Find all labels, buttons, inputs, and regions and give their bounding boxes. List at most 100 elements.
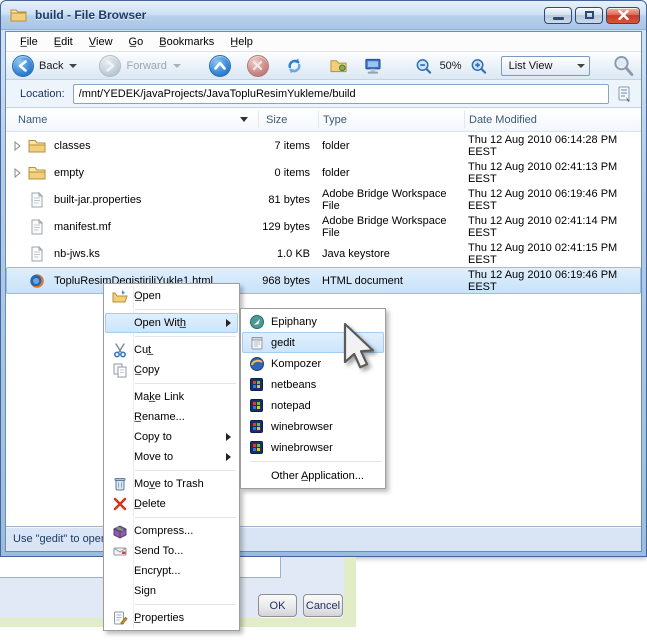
menu-item-make-link[interactable]: Mak̲e Link [105,387,238,407]
file-size: 0 items [274,166,310,179]
menu-item-compress[interactable]: Compress... [105,521,238,541]
file-row-empty[interactable]: empty 0 items folder Thu 12 Aug 2010 02:… [6,159,641,186]
menu-item-open[interactable]: O̲pen [105,286,238,306]
menu-item-copy-to[interactable]: Copy to [105,427,238,447]
submenu-item-notepad[interactable]: notepad [242,395,384,416]
file-row-selected-html[interactable]: TopluResimDegistiriliYukle1.html 968 byt… [6,267,641,294]
minimize-button[interactable] [544,6,572,24]
menu-file[interactable]: F̲ile [12,33,46,51]
menu-item-cut[interactable]: Cut̲ [105,340,238,360]
file-date: Thu 12 Aug 2010 02:41:14 PM EEST [468,214,618,239]
menu-item-copy[interactable]: C̲opy [105,360,238,380]
file-type: Adobe Bridge Workspace File [322,214,447,239]
submenu-item-winebrowser-1[interactable]: winebrowser [242,416,384,437]
expander-icon[interactable] [6,140,28,151]
menu-separator [135,309,236,310]
search-icon[interactable] [612,54,635,78]
view-mode-value: List View [508,59,553,72]
menu-separator [135,470,236,471]
file-date: Thu 12 Aug 2010 06:19:46 PM EEST [468,187,618,212]
location-input[interactable] [72,83,609,104]
menu-item-properties[interactable]: P̲roperties [105,608,238,628]
menu-separator [135,604,236,605]
file-size: 1.0 KB [276,247,310,260]
menu-item-encrypt[interactable]: Encrypt... [105,561,238,581]
forward-label: Forward [126,59,167,72]
windows-app-icon [242,378,271,391]
submenu-item-winebrowser-2[interactable]: winebrowser [242,437,384,458]
folder-icon [28,166,46,179]
cancel-button[interactable]: Cancel [303,594,343,617]
column-header-size[interactable]: Size [258,111,318,128]
menu-edit[interactable]: E̲dit [46,33,81,51]
reload-icon[interactable] [285,56,304,76]
expander-icon[interactable] [6,167,28,178]
close-icon [617,10,629,20]
file-row-classes[interactable]: classes 7 items folder Thu 12 Aug 2010 0… [6,132,641,159]
delete-x-icon [105,496,134,512]
menu-item-sign[interactable]: Sign [105,581,238,601]
submenu-arrow-icon [226,319,231,327]
location-notes-icon[interactable] [615,85,633,103]
toolbar: Back Forward 50% List View [6,52,641,80]
menu-view[interactable]: V̲iew [81,33,121,51]
maximize-button[interactable] [575,6,603,24]
file-row-manifest[interactable]: manifest.mf 129 bytes Adobe Bridge Works… [6,213,641,240]
list-header: Name Size Type Date Modified [6,108,641,132]
menu-bookmarks[interactable]: B̲ookmarks [151,33,222,51]
file-date: Thu 12 Aug 2010 06:14:28 PM EEST [468,133,618,158]
status-text: Use "gedit" to open [13,533,108,545]
file-name: empty [54,166,84,179]
computer-icon[interactable] [363,57,383,75]
zoom-in-icon[interactable] [470,57,487,75]
file-size: 968 bytes [262,274,310,287]
file-name: built-jar.properties [54,193,142,206]
menu-separator [135,336,236,337]
properties-icon [105,610,134,626]
home-folder-icon[interactable] [330,57,349,74]
menu-help[interactable]: H̲elp [222,33,261,51]
close-button[interactable] [606,6,640,24]
location-label: Location: [20,87,65,100]
menu-item-rename[interactable]: R̲ename... [105,407,238,427]
menu-item-move-to-trash[interactable]: Mov̲e to Trash [105,474,238,494]
maximize-icon [584,11,594,19]
epiphany-globe-icon [242,314,271,330]
menu-item-delete[interactable]: D̲elete [105,494,238,514]
submenu-item-other-application[interactable]: Other A̲pplication... [242,465,384,486]
chevron-down-icon [577,63,586,68]
up-button[interactable] [208,54,231,77]
titlebar[interactable]: build - File Browser [1,1,646,30]
menu-go[interactable]: G̲o [121,33,152,51]
view-mode-select[interactable]: List View [500,55,591,76]
file-row-built-jar[interactable]: built-jar.properties 81 bytes Adobe Brid… [6,186,641,213]
file-date: Thu 12 Aug 2010 02:41:15 PM EEST [468,241,618,266]
mouse-cursor-icon [343,322,375,369]
back-dropdown-icon[interactable] [69,63,78,68]
column-header-type[interactable]: Type [318,111,464,128]
forward-dropdown-icon [172,63,181,68]
file-type: Java keystore [322,247,390,260]
submenu-item-netbeans[interactable]: netbeans [242,374,384,395]
stop-button [246,54,269,77]
window-title: build - File Browser [35,8,147,22]
back-label: Back [39,59,64,72]
column-header-name[interactable]: Name [6,108,258,131]
menu-item-move-to[interactable]: Move to [105,447,238,467]
zoom-level: 50% [439,59,462,72]
column-header-date[interactable]: Date Modified [464,111,641,128]
menu-item-send-to[interactable]: Send To... [105,541,238,561]
location-bar: Location: [6,80,641,108]
menu-item-open-with[interactable]: Open With̲ [105,313,238,333]
file-row-nb-jws[interactable]: nb-jws.ks 1.0 KB Java keystore Thu 12 Au… [6,240,641,267]
back-button[interactable]: Back [12,54,78,77]
zoom-out-icon[interactable] [415,57,432,75]
column-name-label: Name [18,113,48,126]
ok-button[interactable]: OK [258,594,297,617]
file-size: 7 items [274,139,310,152]
text-file-icon [31,191,44,207]
firefox-icon [30,273,44,288]
windows-app-icon [242,399,271,412]
minimize-icon [552,16,564,20]
menu-separator [135,517,236,518]
